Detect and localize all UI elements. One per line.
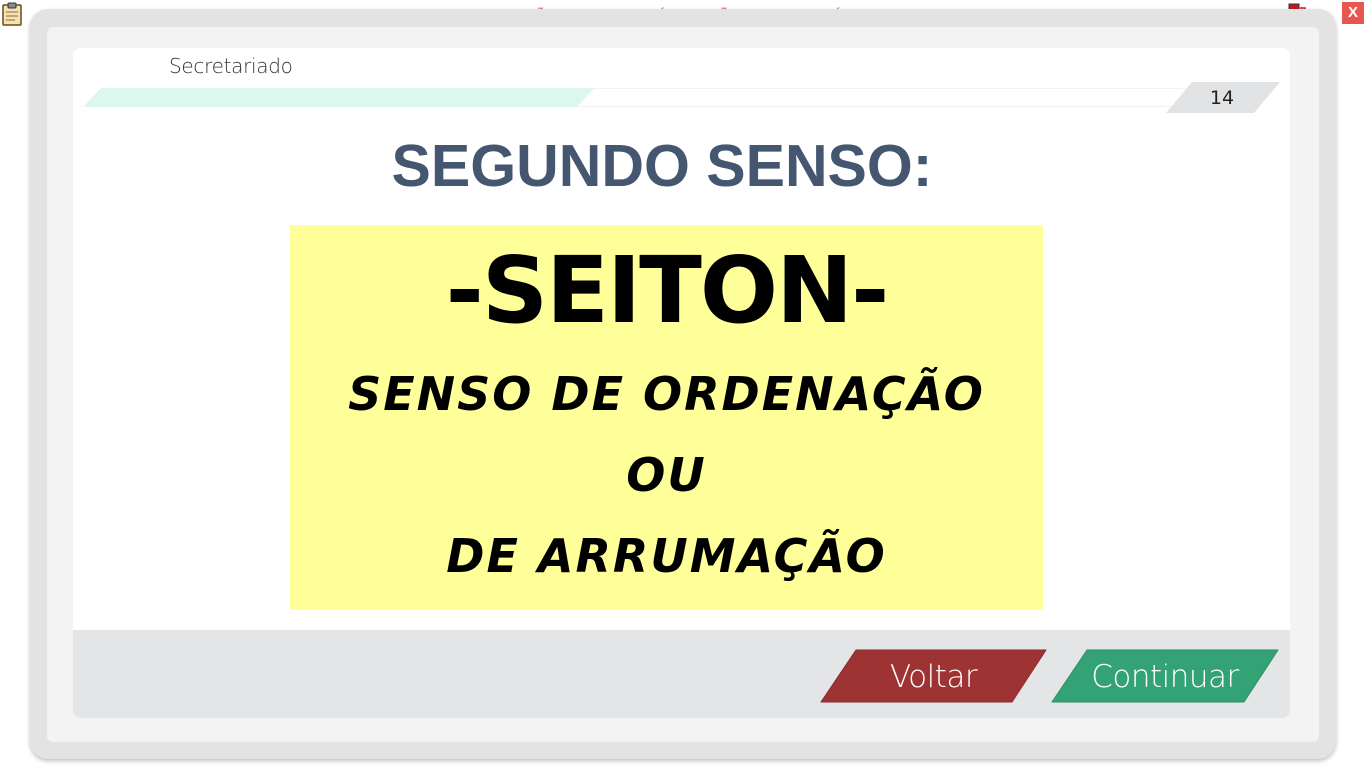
course-title: Secretariado	[169, 54, 293, 78]
slide-definition-line-3: DE ARRUMAÇÃO	[446, 529, 887, 583]
progress-bar	[84, 88, 1194, 107]
progress-fill	[84, 88, 595, 107]
back-button-label: Voltar	[889, 659, 978, 695]
back-button[interactable]: Voltar	[820, 649, 1047, 703]
close-button[interactable]: X	[1342, 2, 1364, 24]
page-number: 14	[1209, 87, 1235, 109]
close-icon: X	[1347, 4, 1358, 21]
slide-definition-line-1: SENSO DE ORDENAÇÃO	[348, 367, 985, 421]
slide-heading: SEGUNDO SENSO:	[391, 133, 933, 199]
continue-button[interactable]: Continuar	[1051, 649, 1279, 703]
continue-button-label: Continuar	[1091, 659, 1239, 695]
clipboard-icon[interactable]	[2, 2, 22, 26]
slide-term: -SEITON-	[445, 237, 890, 344]
slide-definition-line-2: OU	[626, 448, 707, 502]
